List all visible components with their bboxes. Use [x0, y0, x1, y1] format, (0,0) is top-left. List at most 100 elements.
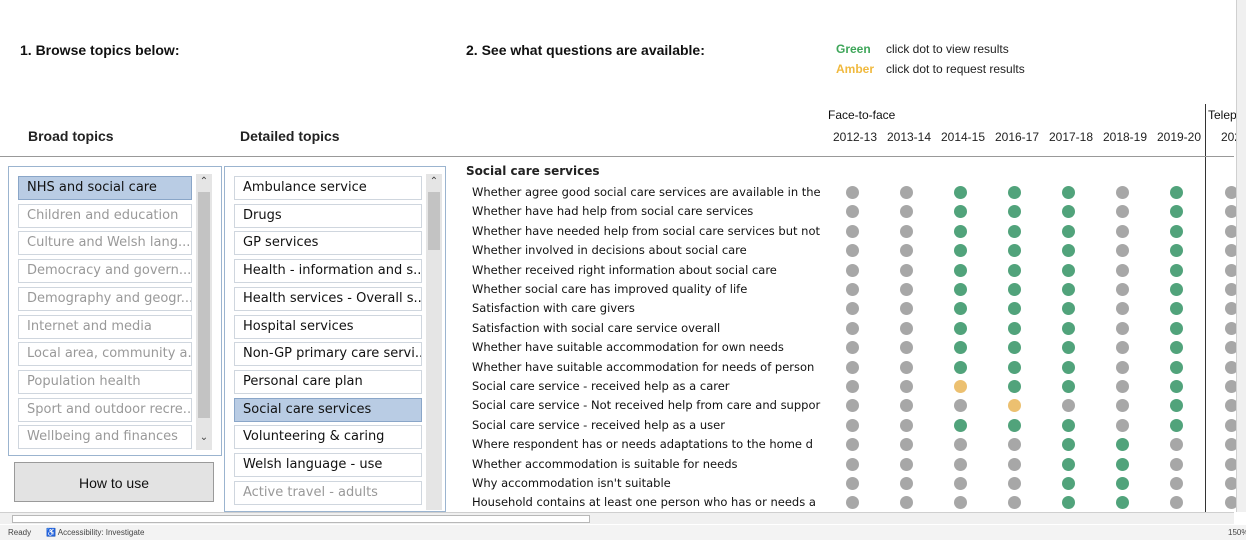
- result-dot-green[interactable]: [1062, 321, 1075, 335]
- result-dot-green[interactable]: [1008, 244, 1021, 258]
- broad-topic-item[interactable]: Wellbeing and finances: [18, 425, 192, 450]
- result-dot-green[interactable]: [1062, 360, 1075, 374]
- broad-topic-item[interactable]: Internet and media: [18, 314, 192, 339]
- result-dot-green[interactable]: [1170, 244, 1183, 258]
- result-dot-green[interactable]: [1008, 418, 1021, 432]
- result-dot-green[interactable]: [1062, 263, 1075, 277]
- detailed-topic-item[interactable]: Active travel - adults: [234, 480, 422, 505]
- scroll-up-icon[interactable]: ⌃: [426, 176, 442, 187]
- result-dot-green[interactable]: [1062, 438, 1075, 452]
- result-dot-grey: [846, 360, 859, 374]
- detailed-topic-item[interactable]: Personal care plan: [234, 369, 422, 394]
- result-dot-green[interactable]: [1008, 283, 1021, 296]
- detailed-scroll-thumb[interactable]: [428, 192, 440, 250]
- result-dot-green[interactable]: [1170, 380, 1183, 393]
- result-dot-green[interactable]: [1116, 477, 1129, 490]
- result-dot-grey: [846, 341, 859, 355]
- section-title: Social care services: [466, 164, 600, 178]
- result-dot-grey: [846, 186, 859, 199]
- horizontal-scroll-thumb[interactable]: [12, 515, 590, 523]
- result-dot-green[interactable]: [1062, 457, 1075, 471]
- result-dot-amber[interactable]: [1008, 399, 1021, 413]
- broad-topic-item[interactable]: Culture and Welsh lang...: [18, 231, 192, 256]
- result-dot-green[interactable]: [1008, 321, 1021, 335]
- result-dot-green[interactable]: [954, 283, 967, 296]
- result-dot-green[interactable]: [1062, 205, 1075, 219]
- result-dot-green[interactable]: [1008, 186, 1021, 199]
- result-dot-green[interactable]: [1062, 186, 1075, 199]
- result-dot-green[interactable]: [1008, 360, 1021, 374]
- detailed-topic-item[interactable]: Health - information and s...: [234, 259, 422, 284]
- result-dot-green[interactable]: [1116, 496, 1129, 510]
- result-dot-green[interactable]: [954, 302, 967, 316]
- result-dot-green[interactable]: [1170, 263, 1183, 277]
- detailed-scrollbar[interactable]: ⌃: [426, 174, 442, 510]
- broad-topic-item[interactable]: Demography and geogr...: [18, 286, 192, 311]
- result-dot-green[interactable]: [1062, 244, 1075, 258]
- result-dot-green[interactable]: [1008, 205, 1021, 219]
- result-dot-amber[interactable]: [954, 380, 967, 393]
- detailed-topic-item[interactable]: Ambulance service: [234, 176, 422, 200]
- result-dot-green[interactable]: [1008, 263, 1021, 277]
- result-dot-green[interactable]: [1062, 341, 1075, 355]
- result-dot-grey: [1170, 477, 1183, 490]
- scroll-down-icon[interactable]: ⌄: [196, 432, 212, 443]
- result-dot-green[interactable]: [1062, 224, 1075, 238]
- broad-scroll-thumb[interactable]: [198, 192, 210, 418]
- result-dot-green[interactable]: [954, 321, 967, 335]
- detailed-topic-item[interactable]: Health services - Overall s...: [234, 286, 422, 311]
- detailed-topic-item[interactable]: GP services: [234, 231, 422, 256]
- result-dot-green[interactable]: [1116, 457, 1129, 471]
- result-dot-green[interactable]: [954, 205, 967, 219]
- result-dot-green[interactable]: [954, 244, 967, 258]
- result-dot-green[interactable]: [1170, 186, 1183, 199]
- broad-topic-item[interactable]: NHS and social care: [18, 176, 192, 200]
- result-dot-grey: [900, 496, 913, 510]
- result-dot-green[interactable]: [1008, 302, 1021, 316]
- broad-topic-item[interactable]: Sport and outdoor recre...: [18, 397, 192, 422]
- detailed-topic-item[interactable]: Drugs: [234, 203, 422, 228]
- result-dot-green[interactable]: [1062, 418, 1075, 432]
- detailed-topic-item[interactable]: Social care services: [234, 397, 422, 422]
- result-dot-green[interactable]: [1170, 205, 1183, 219]
- result-dot-green[interactable]: [1062, 496, 1075, 510]
- accessibility-status[interactable]: ♿ Accessibility: Investigate: [46, 525, 144, 540]
- detailed-topic-item[interactable]: Volunteering & caring: [234, 425, 422, 450]
- result-dot-green[interactable]: [1170, 360, 1183, 374]
- result-dot-green[interactable]: [1170, 224, 1183, 238]
- broad-topic-item[interactable]: Population health: [18, 369, 192, 394]
- result-dot-green[interactable]: [1170, 321, 1183, 335]
- detailed-topic-item[interactable]: Welsh language - use: [234, 453, 422, 477]
- result-dot-green[interactable]: [1170, 399, 1183, 413]
- broad-topic-item[interactable]: Local area, community a...: [18, 342, 192, 367]
- vertical-scrollbar[interactable]: [1236, 0, 1246, 512]
- result-dot-green[interactable]: [1170, 302, 1183, 316]
- result-dot-green[interactable]: [1170, 341, 1183, 355]
- result-dot-green[interactable]: [1062, 477, 1075, 490]
- result-dot-green[interactable]: [1062, 302, 1075, 316]
- result-dot-green[interactable]: [1008, 341, 1021, 355]
- result-dot-green[interactable]: [1170, 283, 1183, 296]
- result-dot-green[interactable]: [1170, 418, 1183, 432]
- result-dot-green[interactable]: [954, 186, 967, 199]
- result-dot-green[interactable]: [1062, 380, 1075, 393]
- scroll-up-icon[interactable]: ⌃: [196, 176, 212, 187]
- result-dot-green[interactable]: [1062, 283, 1075, 296]
- result-dot-green[interactable]: [1008, 380, 1021, 393]
- result-dot-green[interactable]: [954, 418, 967, 432]
- result-dot-green[interactable]: [954, 360, 967, 374]
- broad-topic-item[interactable]: Children and education: [18, 203, 192, 228]
- horizontal-scrollbar[interactable]: [0, 512, 1234, 524]
- detailed-topic-item[interactable]: Non-GP primary care servi...: [234, 342, 422, 367]
- broad-scrollbar[interactable]: ⌃ ⌄: [196, 174, 212, 450]
- result-dot-green[interactable]: [954, 263, 967, 277]
- result-dot-green[interactable]: [954, 341, 967, 355]
- zoom-level[interactable]: 150%: [1228, 525, 1246, 540]
- result-dot-green[interactable]: [1008, 224, 1021, 238]
- detailed-topic-item[interactable]: Hospital services: [234, 314, 422, 339]
- how-to-use-button[interactable]: How to use: [14, 462, 214, 502]
- result-dot-green[interactable]: [954, 224, 967, 238]
- broad-topic-item[interactable]: Democracy and govern...: [18, 259, 192, 284]
- result-dot-grey: [900, 477, 913, 490]
- result-dot-green[interactable]: [1116, 438, 1129, 452]
